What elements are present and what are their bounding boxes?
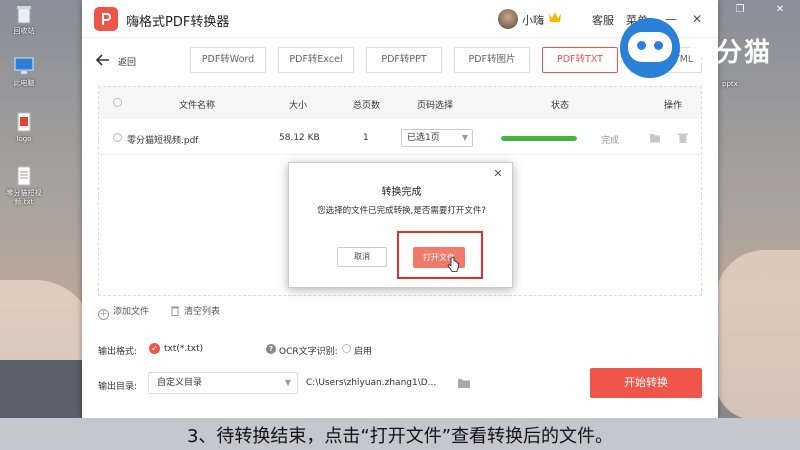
tab-pdf-to-excel[interactable]: PDF转Excel (278, 47, 354, 73)
maximize-icon[interactable]: ❐ (720, 0, 760, 20)
cancel-button[interactable]: 取消 (337, 247, 387, 267)
output-format-label: 输出格式: (98, 347, 138, 357)
chevron-down-icon: ▼ (284, 378, 291, 387)
clear-list-button[interactable]: 清空列表 (170, 304, 220, 317)
header-pages: 总页数 (353, 101, 381, 111)
desktop-icon-recycle-bin[interactable]: 回收站 (4, 4, 44, 36)
username[interactable]: 小嗨 (522, 12, 544, 28)
row-select-radio[interactable] (113, 133, 122, 142)
page-select-value: 已选1页 (407, 133, 440, 143)
table-header: 文件名称 大小 总页数 页码选择 状态 操作 (99, 87, 701, 119)
status-badge: 完成 (601, 136, 620, 146)
output-dir-dropdown[interactable]: 自定义目录 ▼ (148, 372, 298, 394)
add-file-label: 添加文件 (113, 307, 150, 317)
add-file-button[interactable]: + 添加文件 (98, 304, 149, 320)
select-all-radio[interactable] (113, 98, 122, 107)
desktop-icon-label: pptx (722, 80, 738, 88)
folder-icon[interactable] (649, 132, 661, 144)
table-row[interactable]: 零分猫短视频.pdf 58.12 KB 1 已选1页 ▼ 完成 (99, 121, 701, 155)
file-name: 零分猫短视频.pdf (127, 136, 199, 146)
app-logo-icon (94, 7, 118, 31)
chevron-down-icon: ▼ (461, 133, 468, 142)
text-file-icon (17, 166, 31, 186)
tab-pdf-to-word[interactable]: PDF转Word (190, 47, 266, 73)
help-icon[interactable]: ? (266, 344, 276, 354)
header-size: 大小 (289, 101, 308, 111)
output-dir-value: 自定义目录 (157, 378, 203, 388)
close-icon[interactable]: ✕ (760, 0, 800, 20)
mascot-eye (654, 41, 663, 50)
output-format-value: txt(*.txt) (164, 344, 204, 354)
hand-cursor-icon (447, 257, 459, 272)
progress-fill (501, 136, 577, 141)
recycle-bin-icon (17, 6, 31, 24)
output-path: C:\Users\zhiyuan.zhang1\D... (306, 378, 437, 388)
header-status: 状态 (551, 101, 570, 111)
tab-pdf-to-txt[interactable]: PDF转TXT (542, 47, 618, 73)
wallpaper-shape (715, 250, 800, 420)
ocr-enable-radio[interactable] (342, 344, 351, 353)
header-actions: 操作 (664, 101, 683, 111)
cat-mascot-icon (620, 18, 680, 78)
desktop-icon-computer[interactable]: 此电脑 (4, 56, 44, 88)
output-dir-label: 输出目录: (98, 382, 138, 392)
tab-pdf-to-image[interactable]: PDF转图片 (454, 47, 530, 73)
computer-icon (14, 57, 34, 74)
check-icon[interactable]: ✓ (149, 343, 160, 354)
mascot-face (628, 32, 672, 62)
header-page-select: 页码选择 (417, 101, 454, 111)
desktop-icon-label: logo (16, 135, 32, 143)
tab-pdf-to-ppt[interactable]: PDF转PPT (366, 47, 442, 73)
caption-bar: 3、待转换结束，点击“打开文件”查看转换后的文件。 (0, 418, 800, 450)
arrow-left-icon (96, 54, 109, 66)
trash-icon[interactable] (677, 132, 689, 144)
ocr-label: OCR文字识别: (279, 347, 338, 357)
dialog-title: 转换完成 (381, 187, 422, 198)
dialog-message: 您选择的文件已完成转换,是否需要打开文件? (317, 206, 486, 216)
desktop-icon-label: 回收站 (13, 27, 35, 35)
avatar[interactable] (498, 9, 518, 29)
close-icon[interactable]: ✕ (492, 168, 504, 180)
clear-list-label: 清空列表 (184, 307, 221, 317)
start-convert-button[interactable]: 开始转换 (590, 368, 702, 398)
page-select-dropdown[interactable]: 已选1页 ▼ (401, 129, 473, 147)
conversion-progress-bar (501, 136, 577, 141)
vip-crown-icon (549, 12, 561, 22)
back-label: 返回 (118, 58, 137, 68)
desktop-icon-text-file[interactable]: 零分猫短视频.txt (4, 166, 44, 207)
plus-circle-icon: + (98, 309, 109, 320)
ocr-enable-label: 启用 (354, 347, 373, 357)
caption-text: 3、待转换结束，点击“打开文件”查看转换后的文件。 (186, 426, 614, 447)
folder-icon[interactable] (458, 378, 470, 388)
mascot-eye (637, 41, 646, 50)
trash-icon (171, 306, 179, 316)
image-file-icon (17, 112, 31, 132)
header-filename: 文件名称 (179, 101, 216, 111)
desktop-icon-label: 此电脑 (13, 79, 35, 87)
service-link[interactable]: 客服 (592, 12, 614, 28)
desktop-icon-label: 零分猫短视频.txt (6, 189, 42, 206)
watermark-text: 零分猫 (688, 38, 773, 68)
file-size: 58.12 KB (279, 133, 320, 143)
app-title: 嗨格式PDF转换器 (126, 15, 230, 30)
watermark-logo: 零分猫 (620, 18, 800, 80)
conversion-complete-dialog: ✕ 转换完成 您选择的文件已完成转换,是否需要打开文件? 取消 打开文件 (288, 162, 513, 288)
file-pages: 1 (363, 133, 369, 143)
desktop-icon-logo[interactable]: logo (4, 112, 44, 144)
